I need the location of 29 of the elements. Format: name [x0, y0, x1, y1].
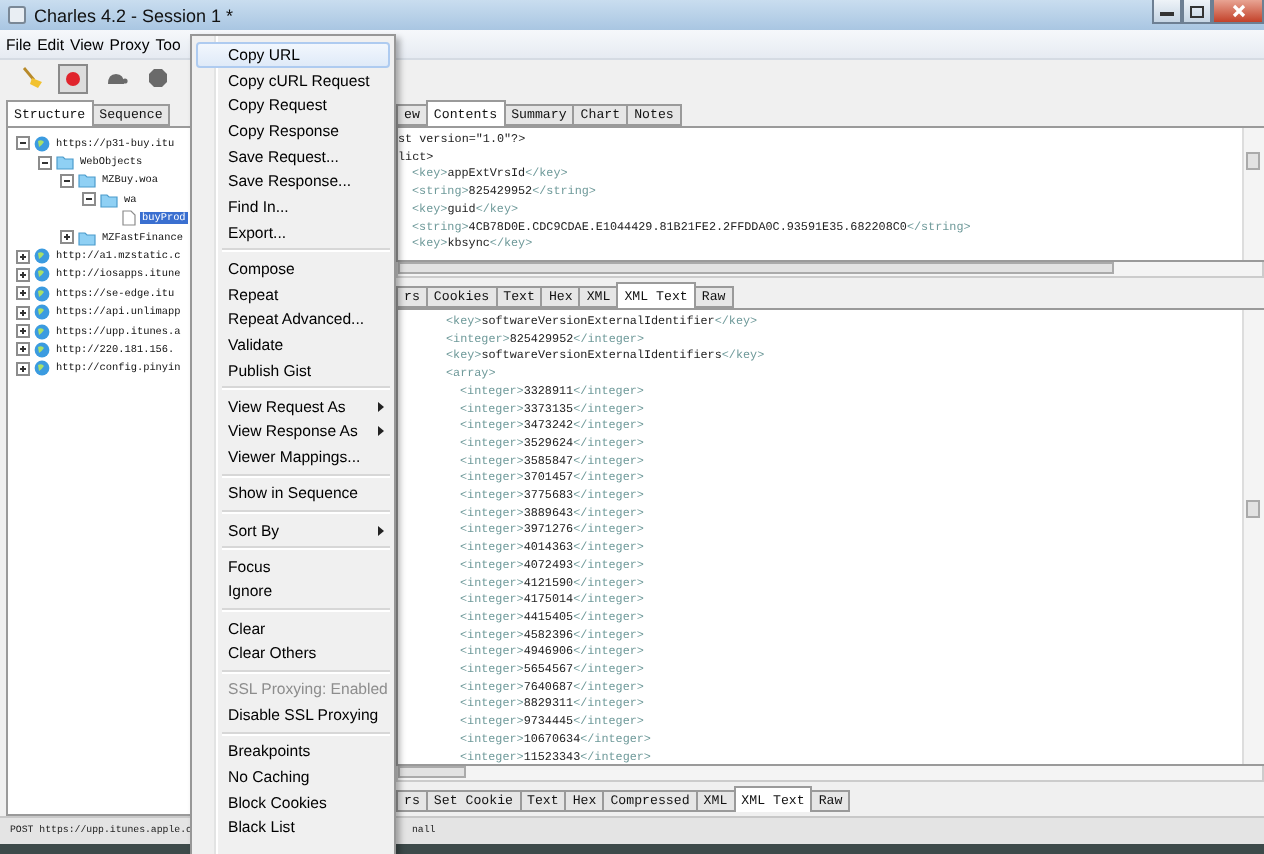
expand-icon[interactable]	[16, 286, 30, 301]
horizontal-scrollbar[interactable]	[396, 766, 1264, 782]
close-icon	[1231, 4, 1245, 18]
collapse-icon[interactable]	[16, 136, 30, 151]
expand-icon[interactable]	[16, 342, 30, 357]
minimize-icon	[1160, 6, 1174, 16]
collapse-icon[interactable]	[82, 192, 96, 207]
app-icon	[8, 6, 26, 24]
folder-icon	[78, 229, 96, 246]
window-title: Charles 4.2 - Session 1 *	[34, 5, 234, 25]
close-button[interactable]	[1212, 0, 1264, 24]
minimize-button[interactable]	[1152, 0, 1182, 24]
collapse-icon[interactable]	[38, 155, 52, 170]
expand-icon[interactable]	[16, 305, 30, 320]
horizontal-scrollbar[interactable]	[396, 262, 1264, 278]
maximize-button[interactable]	[1182, 0, 1212, 24]
globe-icon	[34, 135, 50, 152]
record-button[interactable]	[58, 63, 88, 93]
expand-icon[interactable]	[16, 324, 30, 339]
vertical-scrollbar[interactable]	[1242, 128, 1264, 260]
expand-icon[interactable]	[16, 361, 30, 376]
collapse-icon[interactable]	[60, 173, 74, 188]
maximize-icon	[1190, 5, 1204, 17]
vertical-scrollbar[interactable]	[1242, 310, 1264, 764]
expand-icon[interactable]	[60, 230, 74, 245]
file-icon	[122, 210, 136, 227]
expand-icon[interactable]	[16, 267, 30, 282]
record-icon	[64, 69, 82, 87]
expand-icon[interactable]	[16, 249, 30, 264]
